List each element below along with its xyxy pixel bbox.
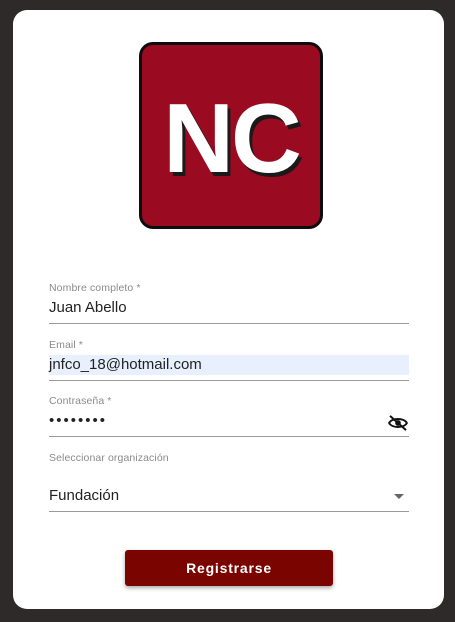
organization-select[interactable]: Seleccionar organización Fundación bbox=[49, 452, 409, 512]
chevron-down-icon[interactable] bbox=[394, 493, 404, 499]
email-field[interactable]: Email * jnfco_18@hotmail.com bbox=[49, 339, 409, 381]
full-name-input[interactable]: Juan Abello bbox=[49, 298, 409, 318]
full-name-field[interactable]: Nombre completo * Juan Abello bbox=[49, 282, 409, 324]
organization-value[interactable]: Fundación bbox=[49, 486, 119, 506]
password-label: Contraseña * bbox=[49, 395, 112, 407]
organization-label: Seleccionar organización bbox=[49, 452, 169, 464]
password-input[interactable]: •••••••• bbox=[49, 411, 409, 431]
register-card: NC Nombre completo * Juan Abello Email *… bbox=[13, 10, 444, 609]
full-name-underline bbox=[49, 323, 409, 324]
logo-text: NC bbox=[163, 82, 302, 193]
email-input[interactable]: jnfco_18@hotmail.com bbox=[49, 355, 409, 375]
password-field[interactable]: Contraseña * •••••••• bbox=[49, 395, 409, 437]
register-button[interactable]: Registrarse bbox=[125, 550, 333, 586]
password-underline bbox=[49, 436, 409, 437]
email-underline bbox=[49, 380, 409, 381]
brand-logo: NC bbox=[139, 42, 323, 229]
email-label: Email * bbox=[49, 339, 83, 351]
full-name-label: Nombre completo * bbox=[49, 282, 141, 294]
organization-underline bbox=[49, 511, 409, 512]
eye-off-icon[interactable] bbox=[387, 415, 409, 431]
